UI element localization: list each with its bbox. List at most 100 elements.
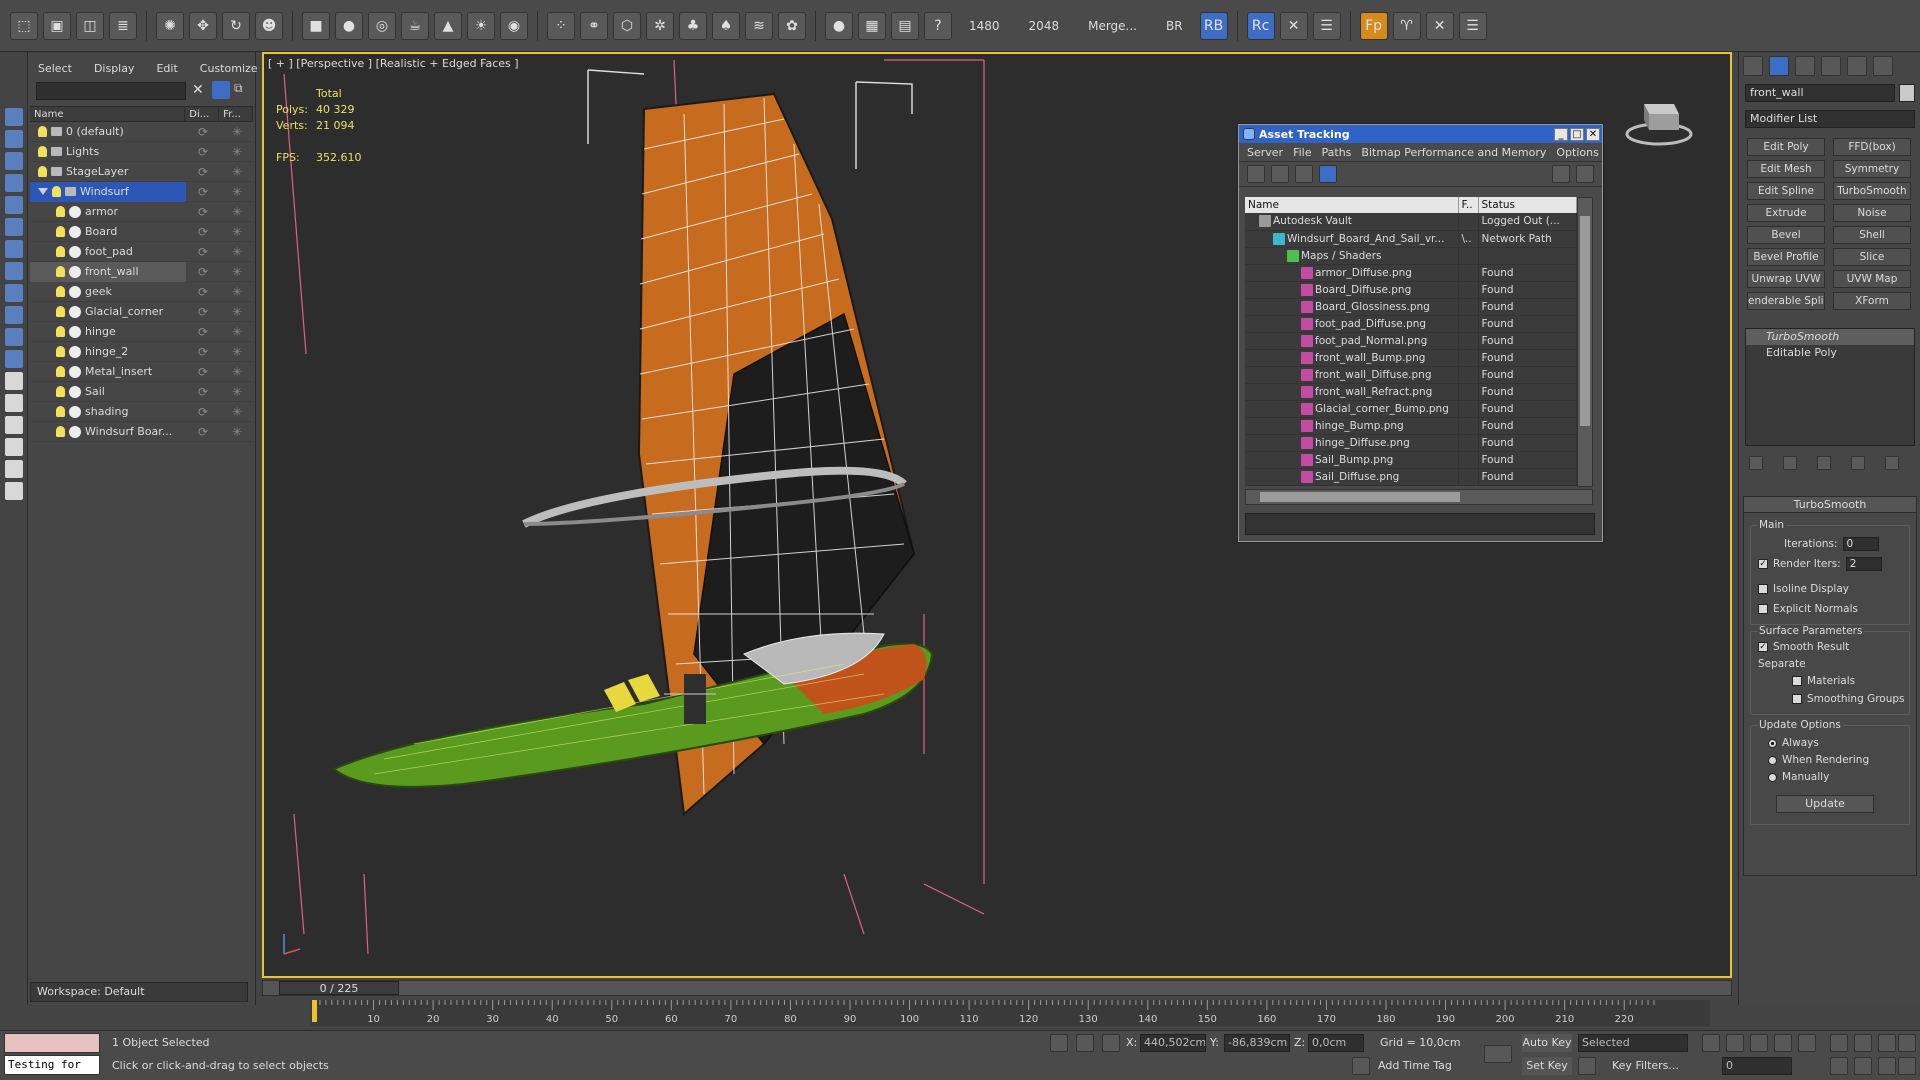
display-helpers-icon[interactable]: [4, 218, 23, 236]
menu-display[interactable]: Display: [94, 62, 135, 78]
display-toggle-icon[interactable]: ⟳: [186, 125, 220, 139]
scene-row[interactable]: Lights ⟳ ✳: [30, 142, 253, 162]
close-icon[interactable]: ✕: [1586, 127, 1600, 141]
display-toggle-icon[interactable]: ⟳: [186, 205, 220, 219]
shaded-sphere-icon[interactable]: ●: [825, 11, 853, 40]
freeze-toggle-icon[interactable]: ✳: [220, 205, 254, 219]
maxscript-listener-input[interactable]: [4, 1033, 100, 1053]
modifier-button[interactable]: enderable Splin: [1747, 292, 1825, 310]
box-icon[interactable]: ■: [302, 11, 330, 40]
menu-customize[interactable]: Customize: [200, 62, 258, 78]
asset-row[interactable]: hinge_Diffuse.png Found: [1245, 434, 1577, 452]
set-key-button[interactable]: Set Key: [1522, 1057, 1572, 1075]
particles-icon[interactable]: ⁘: [547, 11, 575, 40]
menu-options[interactable]: Options: [1556, 146, 1598, 159]
render-setup-icon[interactable]: ▣: [43, 11, 71, 40]
wrench-icon[interactable]: ✕: [1425, 11, 1454, 40]
rotate-icon[interactable]: ↻: [222, 11, 250, 40]
building-icon[interactable]: ▦: [858, 11, 886, 40]
light-bulb-icon[interactable]: [56, 386, 65, 397]
sort-icon[interactable]: [4, 460, 23, 478]
expand-icon[interactable]: [38, 188, 48, 195]
table-view-icon[interactable]: [1295, 165, 1313, 183]
scene-row-name[interactable]: shading: [30, 402, 186, 422]
x-coordinate-field[interactable]: 440,502cm: [1140, 1034, 1206, 1052]
rb-button[interactable]: RB: [1199, 11, 1228, 40]
pattern-icon[interactable]: ✿: [778, 11, 806, 40]
zoom-icon[interactable]: [1830, 1034, 1848, 1052]
merge-button[interactable]: Merge...: [1076, 19, 1149, 33]
display-toggle-icon[interactable]: ⟳: [186, 265, 220, 279]
y-coordinate-field[interactable]: -86,839cm: [1224, 1034, 1290, 1052]
display-none-icon[interactable]: [4, 394, 23, 412]
scene-row-name[interactable]: geek: [30, 282, 186, 302]
list-icon[interactable]: ☰: [1312, 11, 1341, 40]
modifier-button[interactable]: Bevel Profile: [1747, 248, 1825, 266]
asset-name-cell[interactable]: Sail_Bump.png: [1245, 451, 1459, 469]
manually-radio[interactable]: [1768, 772, 1777, 782]
scene-row-name[interactable]: front_wall: [30, 261, 186, 282]
freeze-toggle-icon[interactable]: ✳: [220, 365, 254, 379]
asset-row[interactable]: Windsurf_Board_And_Sail_vr... \.. Network …: [1245, 230, 1577, 248]
viewport-label[interactable]: [ + ] [Perspective ] [Realistic + Edged …: [268, 57, 519, 70]
key-filters-button[interactable]: Key Filters...: [1612, 1057, 1679, 1075]
display-containers-icon[interactable]: [4, 328, 23, 346]
modifier-button[interactable]: Edit Spline: [1747, 182, 1825, 200]
menu-edit[interactable]: Edit: [156, 62, 177, 78]
scene-row-name[interactable]: Board: [30, 222, 186, 242]
scene-row-name[interactable]: foot_pad: [30, 242, 186, 262]
display-toggle-icon[interactable]: ⟳: [186, 225, 220, 239]
settings-icon[interactable]: [1576, 165, 1594, 183]
filter-icon[interactable]: [4, 438, 23, 456]
rollout-title[interactable]: TurboSmooth: [1744, 497, 1916, 513]
modifier-list-dropdown[interactable]: Modifier List: [1745, 110, 1915, 128]
selection-lock-icon[interactable]: [1076, 1034, 1094, 1052]
column-freeze[interactable]: Fr...: [219, 107, 253, 121]
freeze-toggle-icon[interactable]: ✳: [220, 405, 254, 419]
freeze-toggle-icon[interactable]: ✳: [220, 345, 254, 359]
asset-tracking-titlebar[interactable]: Asset Tracking _ □ ✕: [1239, 125, 1602, 143]
light-bulb-icon[interactable]: [56, 346, 65, 357]
scene-row-name[interactable]: hinge_2: [30, 342, 186, 362]
asset-name-cell[interactable]: foot_pad_Diffuse.png: [1245, 315, 1459, 333]
light-bulb-icon[interactable]: [56, 406, 65, 417]
move-icon[interactable]: ✥: [189, 11, 217, 40]
menu-file[interactable]: File: [1293, 146, 1311, 159]
display-bones-icon[interactable]: [4, 306, 23, 324]
zoom-region-icon[interactable]: [1898, 1034, 1916, 1052]
disc-icon[interactable]: ◉: [500, 11, 528, 40]
asset-row[interactable]: Sail_Bump.png Found: [1245, 451, 1577, 469]
invert-display-icon[interactable]: [4, 416, 23, 434]
workspace-selector[interactable]: Workspace: Default: [30, 982, 248, 1002]
time-slider[interactable]: 0 / 225: [262, 980, 1732, 996]
asset-name-cell[interactable]: Windsurf_Board_And_Sail_vr...: [1245, 230, 1459, 248]
scene-row-name[interactable]: hinge: [30, 322, 186, 342]
current-frame-field[interactable]: 0: [1722, 1057, 1792, 1075]
scene-list-icon[interactable]: ≣: [109, 11, 137, 40]
scene-row-name[interactable]: Glacial_corner: [30, 302, 186, 322]
column-display[interactable]: Di...: [185, 107, 220, 121]
br-button[interactable]: BR: [1154, 19, 1195, 33]
globe-icon[interactable]: ✲: [646, 11, 674, 40]
next-frame-icon[interactable]: [1774, 1034, 1792, 1052]
asset-row[interactable]: Board_Glossiness.png Found: [1245, 298, 1577, 316]
asset-row[interactable]: Sail_Diffuse.png Found: [1245, 468, 1577, 486]
asset-horizontal-scrollbar[interactable]: [1245, 489, 1593, 505]
freeze-toggle-icon[interactable]: ✳: [220, 225, 254, 239]
modifier-button[interactable]: Edit Mesh: [1747, 160, 1825, 178]
freeze-toggle-icon[interactable]: ✳: [220, 165, 254, 179]
asset-row[interactable]: Board_Diffuse.png Found: [1245, 281, 1577, 299]
display-toggle-icon[interactable]: ⟳: [186, 145, 220, 159]
scrollbar-thumb[interactable]: [1260, 492, 1460, 502]
hair-icon[interactable]: ≋: [745, 11, 773, 40]
zoom-all-icon[interactable]: [1878, 1034, 1896, 1052]
column-asset-name[interactable]: Name: [1245, 197, 1459, 213]
fp-button[interactable]: Fp: [1359, 11, 1388, 40]
smoothing-groups-checkbox[interactable]: [1792, 694, 1802, 704]
scene-row[interactable]: Windsurf Boar... ⟳ ✳: [30, 422, 253, 442]
scene-row[interactable]: front_wall ⟳ ✳: [30, 261, 254, 282]
freeze-toggle-icon[interactable]: ✳: [220, 265, 254, 279]
modifier-button[interactable]: Unwrap UVW: [1747, 270, 1825, 288]
clear-search-icon[interactable]: ✕: [192, 82, 204, 98]
viewcube-icon[interactable]: [1624, 90, 1694, 150]
